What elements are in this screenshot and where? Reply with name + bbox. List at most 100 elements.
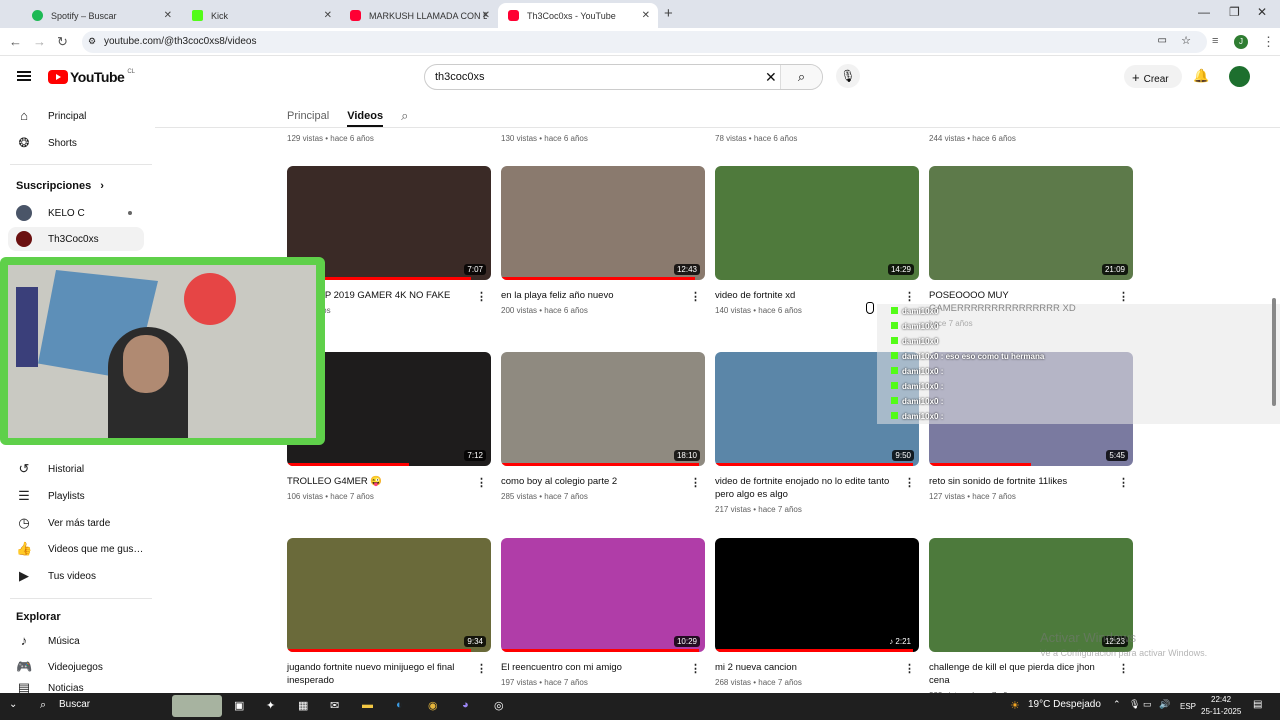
channel-search-icon[interactable]: ⌕ bbox=[401, 108, 408, 124]
weather-text[interactable]: 19°C Despejado bbox=[1028, 699, 1101, 710]
tab-videos[interactable]: Videos bbox=[347, 110, 384, 127]
create-button[interactable]: + Crear bbox=[1124, 65, 1182, 88]
video-card[interactable]: ♪ 2:21 mi 2 nueva cancion 268 vistas • hac… bbox=[715, 538, 919, 687]
browser-tab-markush[interactable]: MARKUSH LLAMADA CON BA… ✕ bbox=[340, 3, 498, 28]
video-card[interactable]: 18:10 como boy al colegio parte 2 285 vist… bbox=[501, 352, 705, 501]
video-card[interactable]: 12:23 challenge de kill el que pierda dic… bbox=[929, 538, 1133, 700]
discord-icon[interactable]: ◕ bbox=[462, 699, 469, 711]
page-scrollbar[interactable] bbox=[1272, 298, 1276, 406]
restore-button[interactable]: ❐ bbox=[1229, 5, 1240, 19]
more-options-icon[interactable]: ⋮ bbox=[1118, 476, 1129, 489]
more-options-icon[interactable]: ⋮ bbox=[690, 476, 701, 489]
clock-time[interactable]: 22:42 bbox=[1211, 695, 1231, 704]
microphone-icon[interactable]: 🎙 bbox=[1129, 699, 1140, 710]
sidebar-item-musica[interactable]: ♪ Música bbox=[16, 631, 80, 651]
browser-tab-spotify[interactable]: Spotify – Buscar ✕ bbox=[22, 3, 180, 28]
network-icon[interactable]: ▭ bbox=[1143, 699, 1152, 710]
video-thumbnail[interactable]: 10:29 bbox=[501, 538, 705, 652]
more-options-icon[interactable]: ⋮ bbox=[904, 662, 915, 675]
sidebar-item-ver-mas-tarde[interactable]: ◷ Ver más tarde bbox=[16, 513, 110, 533]
video-thumbnail[interactable]: 14:29 bbox=[715, 166, 919, 280]
browser-tab-kick[interactable]: Kick ✕ bbox=[182, 3, 340, 28]
video-title[interactable]: en la playa feliz año nuevo bbox=[501, 289, 687, 302]
bookmark-star-icon[interactable]: ☆ bbox=[1181, 34, 1191, 47]
video-title[interactable]: challenge de kill el que pierda dice jho… bbox=[929, 661, 1115, 687]
browser-tab-youtube[interactable]: Th3Coc0xs - YouTube ✕ bbox=[498, 3, 658, 28]
video-title[interactable]: TROLLEO G4MER 😜 bbox=[287, 475, 473, 488]
close-icon[interactable]: ✕ bbox=[642, 10, 650, 21]
site-info-icon[interactable]: ⚙ bbox=[88, 36, 96, 47]
account-avatar[interactable] bbox=[1229, 66, 1250, 87]
voice-search-button[interactable]: 🎙 bbox=[836, 64, 860, 88]
video-thumbnail[interactable]: ♪ 2:21 bbox=[715, 538, 919, 652]
back-button[interactable]: ← bbox=[9, 34, 22, 49]
video-thumbnail[interactable]: 12:43 bbox=[501, 166, 705, 280]
sidebar-item-shorts[interactable]: ❂ Shorts bbox=[16, 133, 77, 153]
more-options-icon[interactable]: ⋮ bbox=[904, 290, 915, 303]
sidebar-item-principal[interactable]: ⌂ Principal bbox=[16, 106, 86, 126]
clear-search-icon[interactable]: ✕ bbox=[765, 69, 777, 86]
video-card[interactable]: 9:34 jugando fortnite nuevo minijuego el … bbox=[287, 538, 491, 691]
more-options-icon[interactable]: ⋮ bbox=[476, 290, 487, 303]
tray-chevron-icon[interactable]: ⌃ bbox=[1113, 699, 1121, 710]
notifications-icon[interactable]: ▤ bbox=[1253, 699, 1262, 710]
close-window-button[interactable]: ✕ bbox=[1257, 5, 1267, 19]
url-field[interactable]: ⚙ youtube.com/@th3coc0xs8/videos ▭ ☆ bbox=[82, 31, 1207, 53]
chrome-icon[interactable]: ◉ bbox=[428, 699, 438, 712]
more-options-icon[interactable]: ⋮ bbox=[1118, 662, 1129, 675]
more-options-icon[interactable]: ⋮ bbox=[690, 290, 701, 303]
obs-icon[interactable]: ◎ bbox=[494, 699, 504, 712]
video-title[interactable]: video de fortnite xd bbox=[715, 289, 901, 302]
install-icon[interactable]: ▭ bbox=[1158, 35, 1167, 46]
sidebar-item-historial[interactable]: ↺ Historial bbox=[16, 459, 85, 479]
copilot-icon[interactable]: ✦ bbox=[266, 699, 275, 712]
search-icon[interactable]: ⌕ bbox=[40, 699, 46, 712]
subscriptions-heading[interactable]: Suscripciones › bbox=[16, 180, 104, 192]
taskbar-search-label[interactable]: Buscar bbox=[59, 699, 90, 710]
minimize-button[interactable]: — bbox=[1198, 5, 1210, 19]
sidebar-item-noticias[interactable]: ▤ Noticias bbox=[16, 683, 84, 693]
search-box[interactable]: th3coc0xs ✕ ⌕ bbox=[424, 64, 823, 90]
video-thumbnail[interactable]: 21:09 bbox=[929, 166, 1133, 280]
search-input[interactable]: th3coc0xs bbox=[435, 71, 485, 83]
sidebar-item-tus-videos[interactable]: ▶ Tus videos bbox=[16, 566, 96, 586]
more-options-icon[interactable]: ⋮ bbox=[476, 476, 487, 489]
video-card[interactable]: 12:43 en la playa feliz año nuevo 200 vist… bbox=[501, 166, 705, 315]
sidebar-item-liked-videos[interactable]: 👍 Videos que me gus… bbox=[16, 539, 143, 559]
video-thumbnail[interactable]: 9:34 bbox=[287, 538, 491, 652]
forward-button[interactable]: → bbox=[33, 34, 46, 49]
sidebar-item-kelo-c[interactable]: KELO C bbox=[16, 203, 132, 223]
youtube-logo[interactable]: YouTube CL bbox=[48, 69, 135, 85]
search-button[interactable]: ⌕ bbox=[780, 65, 822, 89]
video-title[interactable]: mi 2 nueva cancion bbox=[715, 661, 901, 674]
video-title[interactable]: reto sin sonido de fortnite 11likes bbox=[929, 475, 1115, 488]
sidebar-item-playlists[interactable]: ☰ Playlists bbox=[16, 486, 85, 506]
start-icon[interactable]: ⌄ bbox=[9, 699, 17, 710]
edge-icon[interactable]: ◐ bbox=[396, 699, 403, 711]
close-icon[interactable]: ✕ bbox=[324, 10, 332, 21]
video-title[interactable]: como boy al colegio parte 2 bbox=[501, 475, 687, 488]
more-options-icon[interactable]: ⋮ bbox=[904, 476, 915, 489]
sidebar-item-th3coc0xs[interactable]: Th3Coc0xs bbox=[8, 227, 144, 251]
more-options-icon[interactable]: ⋮ bbox=[690, 662, 701, 675]
profile-avatar[interactable]: J bbox=[1234, 35, 1248, 49]
file-explorer-icon[interactable]: ▬ bbox=[362, 699, 373, 711]
notifications-bell-icon[interactable]: 🔔 bbox=[1193, 68, 1209, 84]
close-icon[interactable]: ✕ bbox=[164, 10, 172, 21]
more-options-icon[interactable]: ⋮ bbox=[1118, 290, 1129, 303]
volume-icon[interactable]: 🔊 bbox=[1159, 699, 1170, 710]
mail-icon[interactable]: ✉ bbox=[330, 699, 339, 712]
language-indicator[interactable]: ESP bbox=[1180, 702, 1196, 711]
more-options-icon[interactable]: ⋮ bbox=[476, 662, 487, 675]
store-icon[interactable]: ▦ bbox=[298, 699, 308, 712]
video-title[interactable]: El reencuentro con mi amigo bbox=[501, 661, 687, 674]
menu-icon[interactable] bbox=[17, 71, 31, 81]
task-view-icon[interactable]: ▣ bbox=[234, 699, 244, 712]
reload-button[interactable]: ↻ bbox=[57, 34, 68, 50]
close-icon[interactable]: ✕ bbox=[482, 10, 490, 21]
video-card[interactable]: 10:29 El reencuentro con mi amigo 197 vist… bbox=[501, 538, 705, 687]
media-icon[interactable]: ≡ bbox=[1212, 35, 1218, 47]
video-title[interactable]: video de fortnite enojado no lo edite ta… bbox=[715, 475, 901, 501]
clock-date[interactable]: 25-11-2025 bbox=[1201, 707, 1241, 716]
video-title[interactable]: jugando fortnite nuevo minijuego el fina… bbox=[287, 661, 473, 687]
